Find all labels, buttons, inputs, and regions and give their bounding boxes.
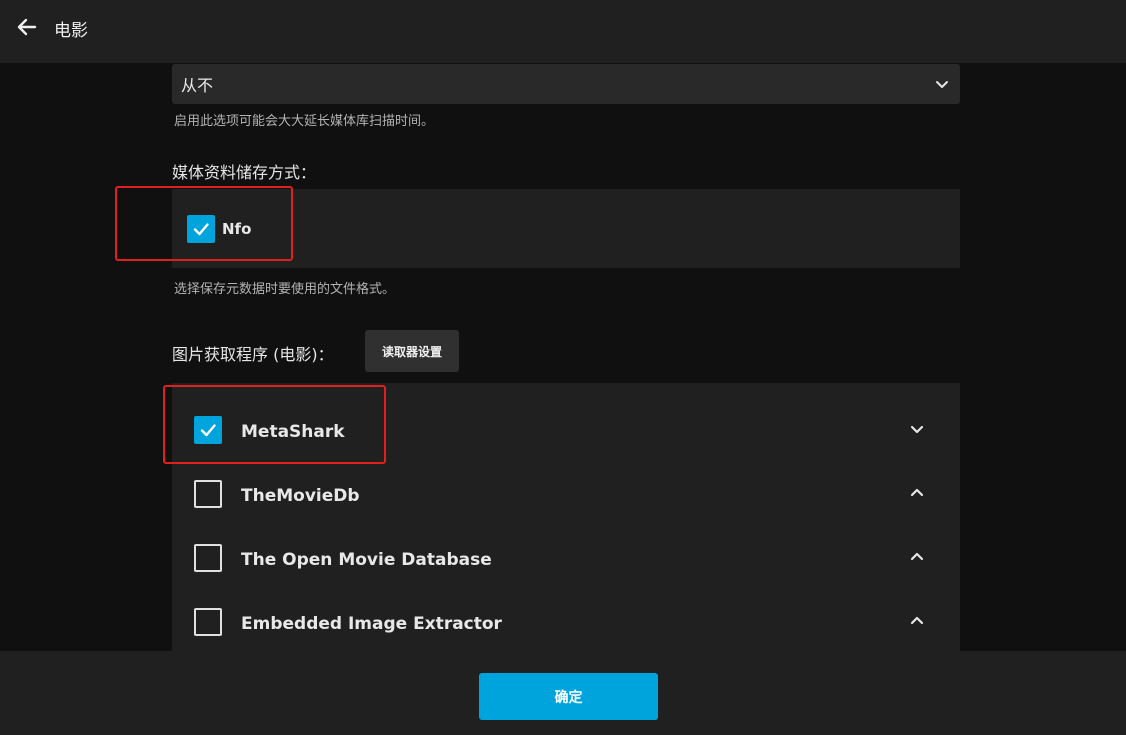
top-bar: 电影 <box>0 0 1126 63</box>
page-title: 电影 <box>54 21 88 41</box>
footer-bar: 确定 <box>0 651 1126 735</box>
library-options-content: 从不 启用此选项可能会大大延长媒体库扫描时间。 媒体资料储存方式： Nfo 选择… <box>0 63 1126 651</box>
embedded-image-extractor-checkbox[interactable] <box>194 608 222 636</box>
nfo-checkbox[interactable] <box>187 215 215 243</box>
themoviedb-label: TheMovieDb <box>241 486 360 506</box>
metashark-label: MetaShark <box>241 422 345 442</box>
check-icon <box>200 424 216 437</box>
metashark-expand-button[interactable] <box>907 419 927 439</box>
omdb-label: The Open Movie Database <box>241 550 492 570</box>
metashark-checkbox[interactable] <box>194 416 222 444</box>
image-fetchers-label: 图片获取程序 (电影)： <box>172 345 334 364</box>
metadata-savers-label: 媒体资料储存方式： <box>172 163 317 182</box>
omdb-expand-button[interactable] <box>907 547 927 567</box>
metadata-refresh-selected-value: 从不 <box>181 76 214 95</box>
embedded-image-extractor-label: Embedded Image Extractor <box>241 614 502 634</box>
themoviedb-checkbox[interactable] <box>194 480 222 508</box>
fetcher-settings-button[interactable]: 读取器设置 <box>365 330 459 372</box>
embedded-image-extractor-expand-button[interactable] <box>907 611 927 631</box>
chevron-down-icon <box>910 425 924 434</box>
chevron-up-icon <box>910 616 924 625</box>
metadata-refresh-help: 启用此选项可能会大大延长媒体库扫描时间。 <box>174 114 435 129</box>
arrow-left-icon <box>17 18 37 36</box>
omdb-checkbox[interactable] <box>194 544 222 572</box>
ok-button[interactable]: 确定 <box>479 673 658 720</box>
chevron-up-icon <box>910 488 924 497</box>
nfo-label: Nfo <box>222 220 252 238</box>
image-fetchers-panel: MetaShark TheMovieDb The Open Movie Data… <box>172 383 960 651</box>
metadata-savers-panel: Nfo <box>172 189 960 268</box>
themoviedb-expand-button[interactable] <box>907 483 927 503</box>
chevron-up-icon <box>910 552 924 561</box>
metadata-savers-help: 选择保存元数据时要使用的文件格式。 <box>174 282 396 297</box>
metadata-refresh-select[interactable]: 从不 <box>172 64 960 104</box>
chevron-down-icon <box>936 81 948 88</box>
back-button[interactable] <box>14 14 40 40</box>
check-icon <box>193 223 209 236</box>
